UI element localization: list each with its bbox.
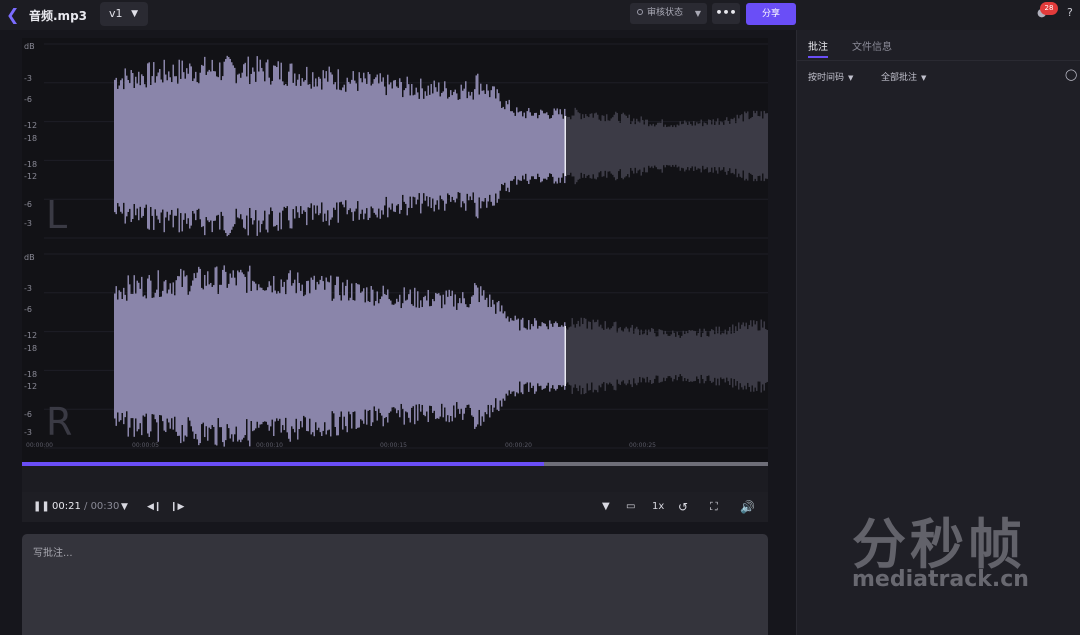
more-button[interactable]: ••• <box>712 3 740 24</box>
time-tick: 00:00:10 <box>256 442 283 449</box>
time-tick: 00:00:05 <box>132 442 159 449</box>
tab-file-info[interactable]: 文件信息 <box>852 38 892 53</box>
db-label: -3 <box>24 219 32 228</box>
db-label: -3 <box>24 428 32 437</box>
watermark-url: mediatrack.cn <box>852 567 1029 592</box>
version-label: v1 <box>109 7 123 20</box>
db-label: dB <box>24 42 35 51</box>
filter-icon[interactable]: ▼ <box>602 492 610 522</box>
comment-input[interactable] <box>22 534 768 635</box>
chevron-down-icon: ▼ <box>694 9 701 18</box>
notification-badge: 28 <box>1040 2 1058 15</box>
version-select[interactable]: v1 ▼ <box>100 2 148 26</box>
time-tick: 00:00:25 <box>629 442 656 449</box>
db-label: -6 <box>24 410 32 419</box>
caption-icon[interactable]: ▭ <box>626 492 635 522</box>
db-label: -18 <box>24 134 38 143</box>
filter-label: 全部批注 <box>881 73 918 83</box>
db-label: -3 <box>24 284 32 293</box>
chevron-left-icon[interactable]: ❮ <box>6 5 20 25</box>
review-status-label: 审核状态 <box>647 8 684 18</box>
total-time: / 00:30 <box>84 501 120 512</box>
top-bar: ❮ 音频.mp3 v1 ▼ 审核状态 ▼ ••• 分享 ● 28 ? <box>0 0 1080 30</box>
db-label: -6 <box>24 200 32 209</box>
filter-dropdown[interactable]: 全部批注 ▼ <box>881 70 926 83</box>
db-label: -6 <box>24 305 32 314</box>
sort-label: 按时间码 <box>808 73 845 83</box>
waveform-view[interactable]: dB -3 -6 -12 -18 -18 -12 -6 -3 L dB -3 -… <box>22 38 768 462</box>
chevron-down-icon: ▼ <box>848 74 854 82</box>
time-tick: 00:00:00 <box>26 442 53 449</box>
db-label: -6 <box>24 95 32 104</box>
volume-icon[interactable]: 🔊 <box>740 492 755 522</box>
divider <box>797 60 1080 61</box>
sort-dropdown[interactable]: 按时间码 ▼ <box>808 70 853 83</box>
loop-icon[interactable]: ↺ <box>678 492 688 522</box>
share-button[interactable]: 分享 <box>746 3 796 25</box>
db-label: -18 <box>24 370 38 379</box>
help-button[interactable]: ? <box>1067 6 1073 19</box>
current-time: 00:21 <box>52 501 81 512</box>
time-tick: 00:00:20 <box>505 442 532 449</box>
speed-button[interactable]: 1x <box>652 492 664 522</box>
db-label: -3 <box>24 74 32 83</box>
db-label: -18 <box>24 344 38 353</box>
time-tick: 00:00:15 <box>380 442 407 449</box>
headset-icon[interactable]: ◯ <box>1065 68 1077 81</box>
progress-marker-strip <box>22 466 768 492</box>
fullscreen-icon[interactable]: ⛶ <box>710 492 718 522</box>
db-label: -18 <box>24 160 38 169</box>
db-label: -12 <box>24 331 38 340</box>
step-back-icon[interactable]: ◀❙ <box>147 492 161 522</box>
db-label: -12 <box>24 121 38 130</box>
channel-left-label: L <box>46 193 68 237</box>
review-status-select[interactable]: 审核状态 ▼ <box>630 3 707 24</box>
chevron-down-icon: ▼ <box>131 9 138 19</box>
tab-comments[interactable]: 批注 <box>808 38 828 53</box>
chevron-down-icon[interactable]: ▼ <box>121 492 128 522</box>
step-forward-icon[interactable]: ❙▶ <box>170 492 184 522</box>
comment-box <box>22 534 768 635</box>
db-label: -12 <box>24 172 38 181</box>
player-controls: ❚❚ 00:21 / 00:30 ▼ ◀❙ ❙▶ ▼ ▭ 1x ↺ ⛶ 🔊 <box>22 492 768 522</box>
db-label: dB <box>24 253 35 262</box>
status-dot-icon <box>637 9 643 15</box>
db-label: -12 <box>24 382 38 391</box>
channel-right-label: R <box>46 400 73 444</box>
time-display: 00:21 / 00:30 <box>52 492 119 522</box>
waveform-canvas <box>44 43 768 449</box>
pause-icon[interactable]: ❚❚ <box>33 492 50 522</box>
tab-active-indicator <box>808 56 828 58</box>
chevron-down-icon: ▼ <box>921 74 927 82</box>
file-name: 音频.mp3 <box>29 9 88 23</box>
